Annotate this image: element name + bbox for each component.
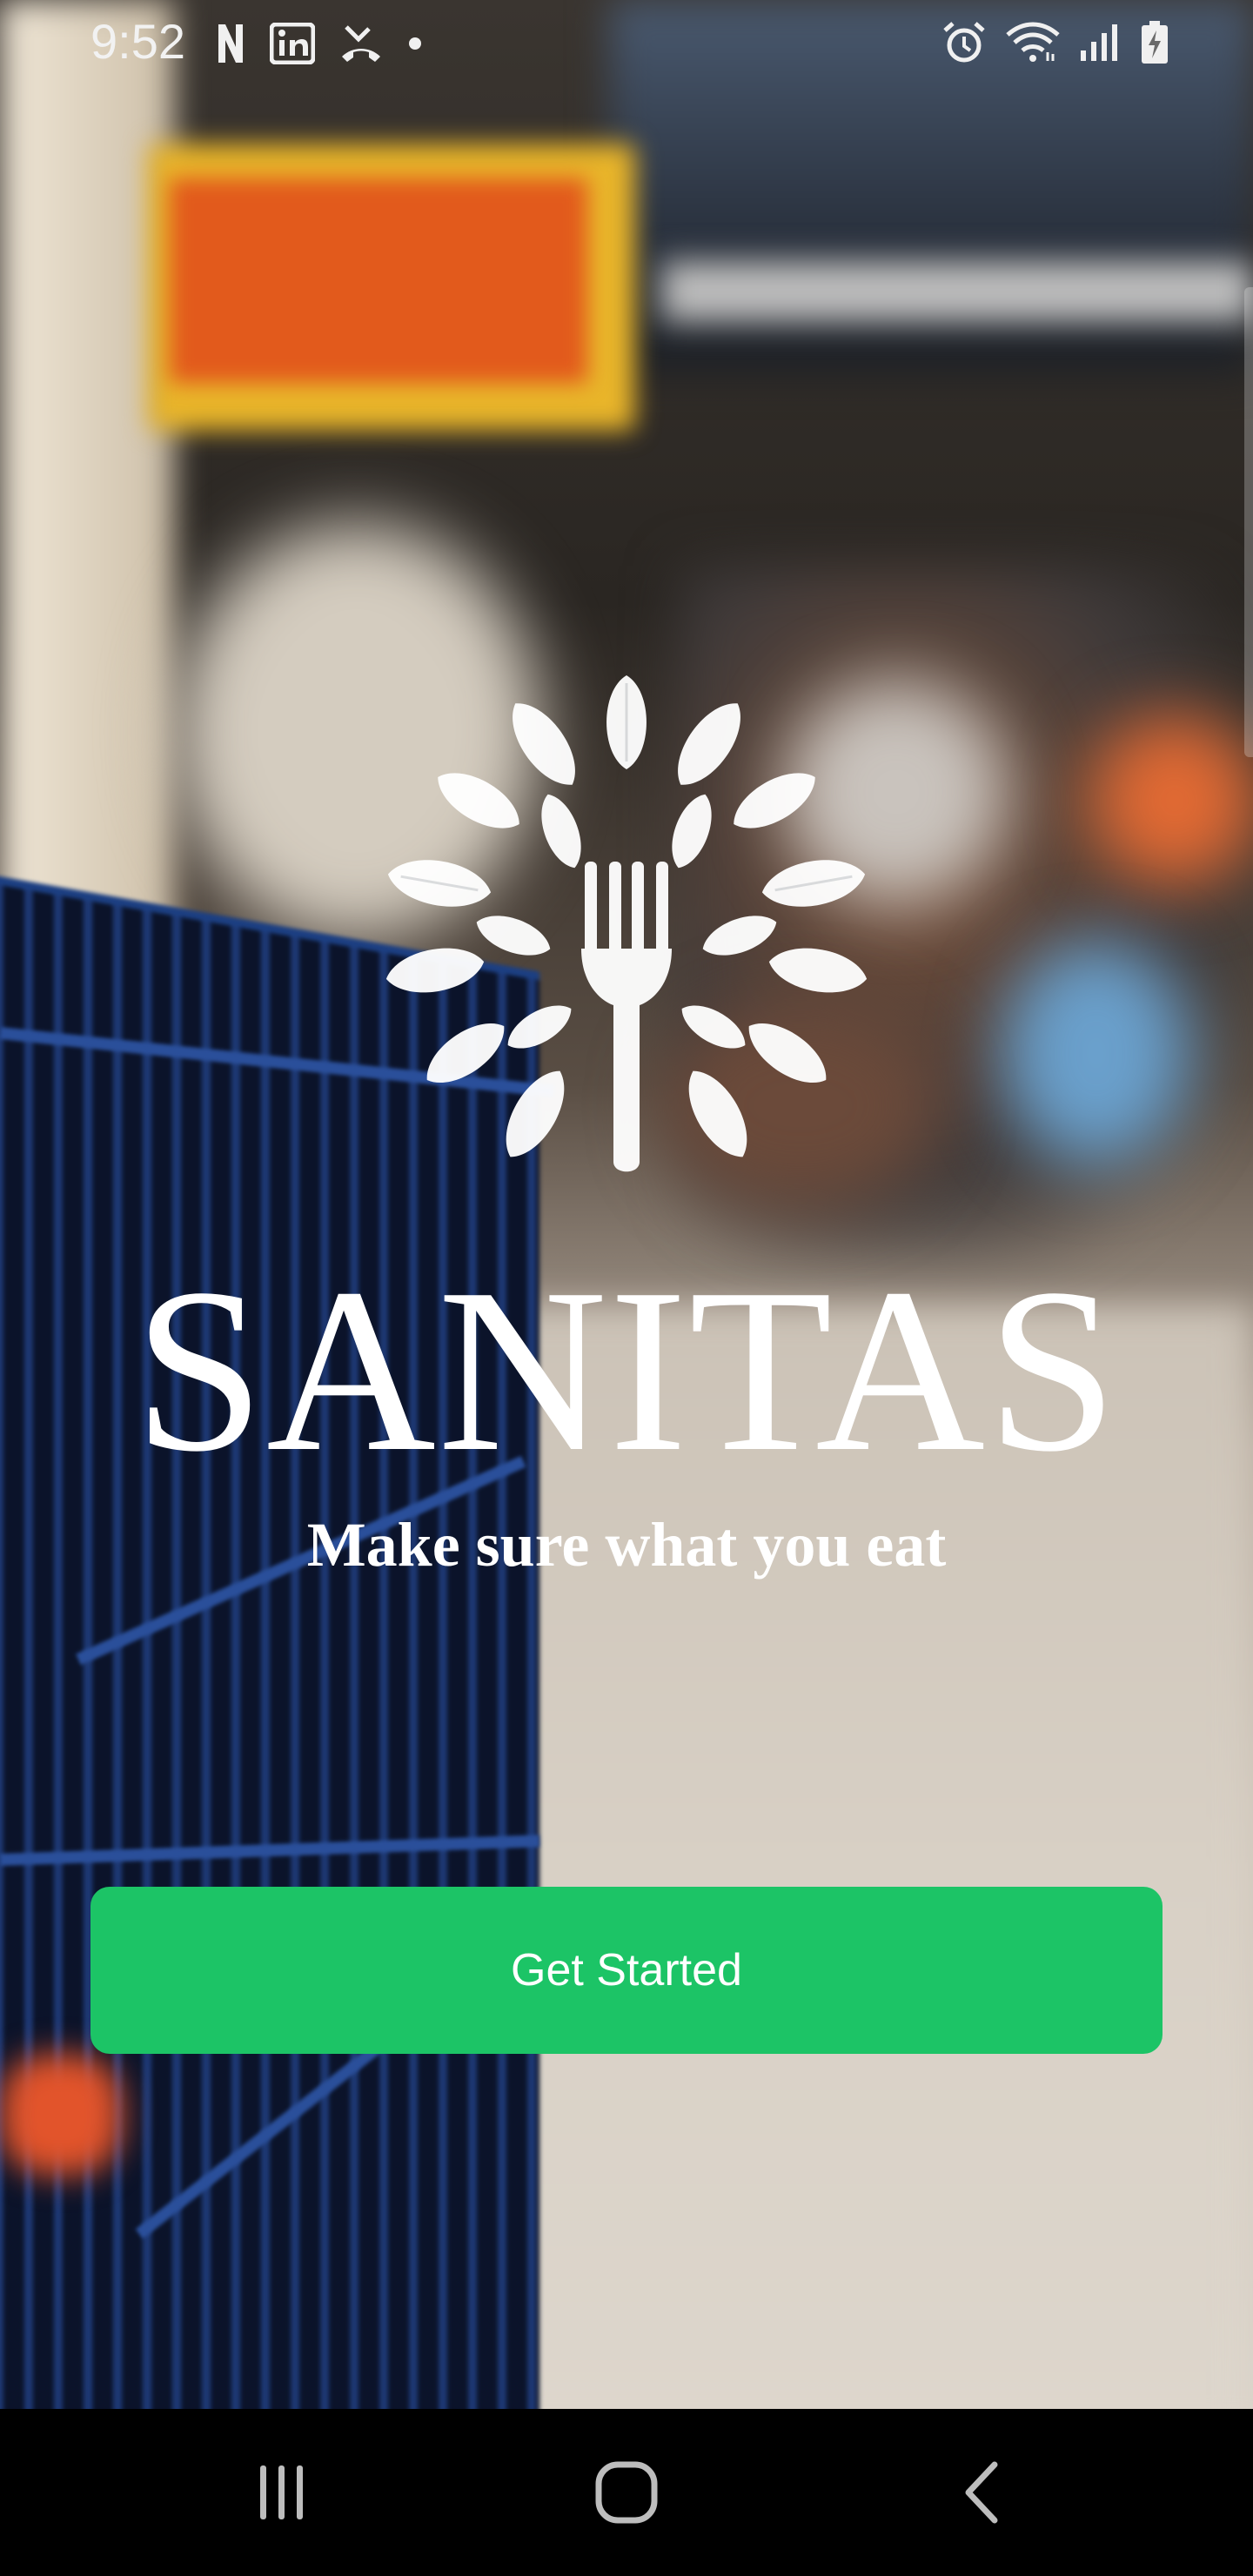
wifi-icon	[1006, 21, 1060, 64]
dot-icon	[407, 36, 423, 51]
battery-charging-icon	[1140, 20, 1169, 65]
navigation-bar	[0, 2409, 1253, 2576]
back-icon	[965, 2461, 998, 2524]
status-bar: 9:52	[0, 0, 1253, 84]
leaf-fork-logo-icon	[382, 675, 871, 1172]
notification-icons	[216, 17, 423, 70]
home-button[interactable]	[539, 2409, 714, 2576]
app-tagline: Make sure what you eat	[306, 1510, 947, 1580]
back-button[interactable]	[895, 2409, 1069, 2576]
edge-panel-handle[interactable]	[1244, 287, 1253, 757]
recent-apps-icon	[260, 2465, 303, 2519]
status-time: 9:52	[90, 14, 185, 69]
alarm-icon	[941, 20, 987, 65]
missed-call-icon	[339, 23, 383, 64]
home-icon	[595, 2461, 658, 2524]
system-icons	[941, 16, 1169, 70]
splash-screen: 9:52 SANITAS Make sure what you eat Get …	[0, 0, 1253, 2576]
signal-icon	[1079, 23, 1121, 63]
linkedin-icon	[270, 23, 315, 64]
netflix-n-icon	[216, 23, 245, 64]
app-title: SANITAS	[133, 1240, 1120, 1500]
get-started-button[interactable]: Get Started	[90, 1887, 1163, 2054]
recent-apps-button[interactable]	[195, 2409, 369, 2576]
